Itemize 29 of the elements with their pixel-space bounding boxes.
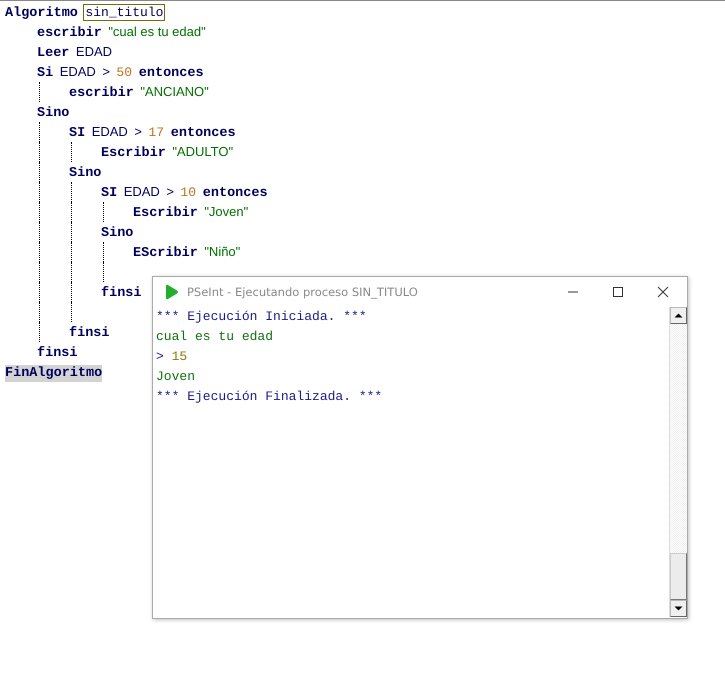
play-icon	[163, 284, 179, 300]
code-line: SI EDAD > 10 entonces	[101, 184, 268, 200]
code-line: Sino	[101, 224, 134, 240]
console-line: *** Ejecución Iniciada. ***	[156, 308, 368, 326]
code-line: Escribir "Joven"	[133, 204, 248, 220]
code-line: escribir "cual es tu edad"	[37, 24, 206, 40]
code-line: Sino	[69, 164, 102, 180]
code-line: finsi	[101, 284, 142, 300]
console-line: *** Ejecución Finalizada. ***	[156, 388, 384, 406]
console-line: Joven	[156, 368, 196, 386]
window-title: PSeInt - Ejecutando proceso SIN_TITULO	[187, 285, 419, 299]
scroll-up-icon[interactable]	[670, 307, 687, 324]
scroll-thumb[interactable]	[670, 553, 687, 600]
code-line: Leer EDAD	[37, 44, 112, 60]
code-line: finsi	[37, 344, 78, 360]
code-line: Escribir "ADULTO"	[101, 144, 234, 160]
console-line: > 15	[156, 348, 188, 366]
code-line: Sino	[37, 104, 70, 120]
code-line: SI EDAD > 17 entonces	[69, 124, 236, 140]
code-line: Si EDAD > 50 entonces	[37, 64, 204, 80]
code-line: finsi	[69, 324, 110, 340]
maximize-icon[interactable]	[612, 286, 624, 298]
code-line: escribir "ANCIANO"	[69, 84, 209, 100]
console-line: cual es tu edad	[156, 328, 274, 346]
code-line: EScribir "Niño"	[133, 244, 240, 260]
code-line: Algoritmo sin_titulo	[5, 4, 164, 20]
close-icon[interactable]	[657, 286, 669, 298]
scrollbar[interactable]	[669, 307, 687, 617]
scroll-down-icon[interactable]	[670, 600, 687, 617]
